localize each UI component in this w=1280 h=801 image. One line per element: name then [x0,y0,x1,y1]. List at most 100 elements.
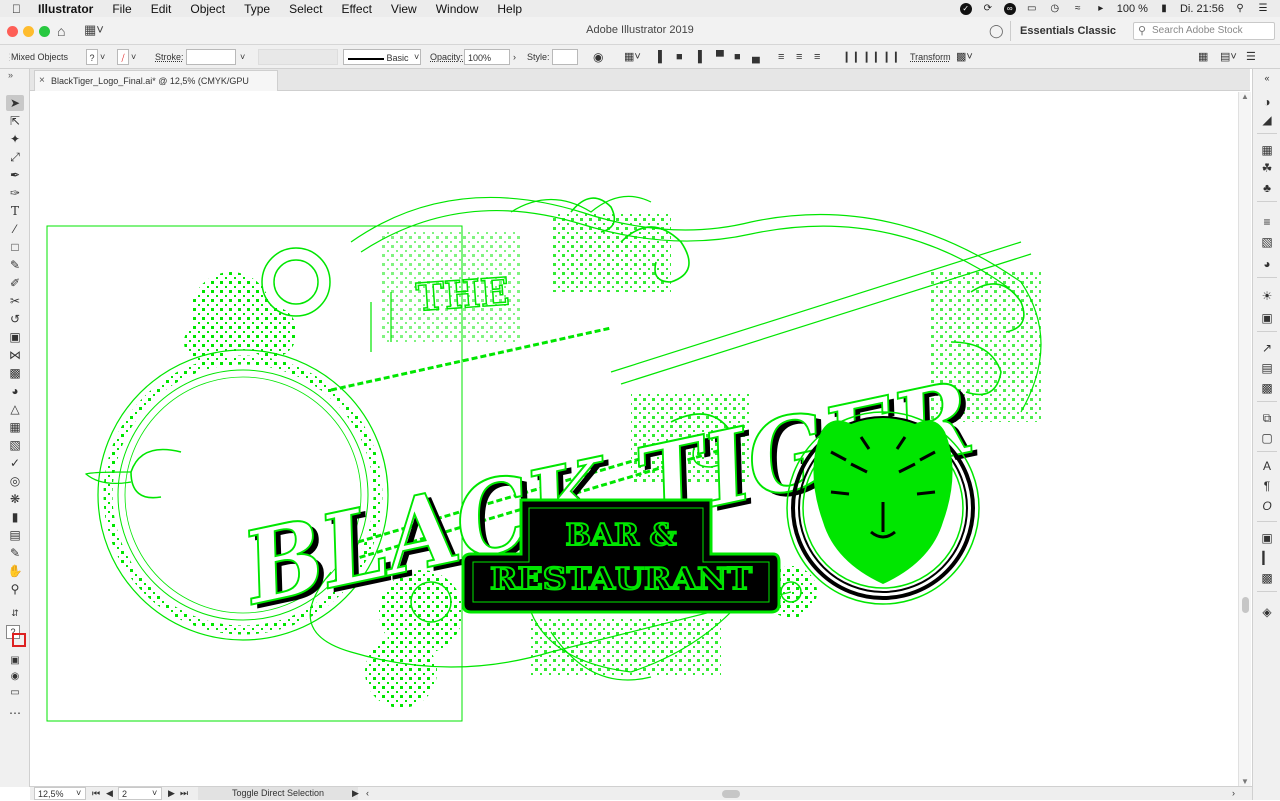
align-top-icon[interactable]: ▀ [716,49,724,65]
zoom-tool-icon[interactable]: ⚲ [6,581,24,597]
stroke-weight-dropdown-icon[interactable]: ˅ [240,49,245,65]
layers-panel-icon[interactable]: ◈ [1259,605,1275,620]
zoom-dropdown-icon[interactable]: ˅ [76,787,81,800]
hand-tool-icon[interactable]: ✋ [6,563,24,579]
lasso-tool-icon[interactable]: ⤢ [6,149,24,165]
isolate-icon[interactable]: ▩˅ [956,49,973,65]
export-panel-icon[interactable]: ↗ [1259,341,1275,356]
stroke-label[interactable]: Stroke: [155,49,184,65]
creative-cloud-icon[interactable]: ∞ [1003,2,1016,15]
wifi-icon[interactable]: ≈ [1071,3,1085,15]
screen-mode-icon[interactable]: ▭ [6,685,24,701]
stroke-dropdown-icon[interactable]: ˅ [131,49,136,65]
scroll-down-icon[interactable]: ▼ [1241,777,1249,786]
stroke-weight-field[interactable] [186,49,236,65]
distribute-right-icon[interactable]: ❙❙ [882,49,900,65]
battery-icon[interactable]: ▮ [1157,3,1171,15]
direct-selection-tool-icon[interactable]: ⇱ [6,113,24,129]
next-artboard-icon[interactable]: ▶ [168,787,175,800]
window-close-button[interactable] [7,26,18,37]
align-right-icon[interactable]: ▐ [694,49,702,65]
home-icon[interactable]: ⌂ [57,23,65,39]
document-info-icon[interactable]: ▩ [1259,381,1275,396]
gradient-panel-icon[interactable]: ▧ [1259,235,1275,250]
last-artboard-icon[interactable]: ⏭ [180,787,188,800]
menu-effect[interactable]: Effect [341,2,371,16]
arrange-icon[interactable]: ▦ [1198,49,1208,65]
volume-icon[interactable]: ▸ [1094,3,1108,15]
color-panel-icon[interactable]: ◑ [1259,95,1275,110]
adobe-stock-search-input[interactable]: ⚲ Search Adobe Stock [1133,22,1275,40]
curvature-tool-icon[interactable]: ✑ [6,185,24,201]
notification-center-icon[interactable]: ☰ [1256,3,1270,15]
distribute-hcenter-icon[interactable]: ❙❙ [862,49,880,65]
slice-tool-icon[interactable]: ✎ [6,545,24,561]
logo-artwork[interactable]: THE BLACK TIGER BLACK TIGER BAR & RESTAU… [31,92,1238,786]
brushes-panel-icon[interactable]: ☘ [1259,161,1275,176]
distribute-top-icon[interactable]: ≡ [778,49,784,65]
align-bottom-icon[interactable]: ▄ [752,49,760,65]
opacity-field[interactable]: 100% [464,49,510,65]
eyedropper-tool-icon[interactable]: ✓ [6,455,24,471]
graphic-style-swatch[interactable] [552,49,578,65]
menu-object[interactable]: Object [190,2,225,16]
scroll-right-icon[interactable]: › [1232,787,1235,800]
mesh-tool-icon[interactable]: ▦ [6,419,24,435]
align-hcenter-icon[interactable]: ■ [676,49,683,65]
color-guide-icon[interactable]: ◢ [1259,113,1275,128]
menu-file[interactable]: File [112,2,131,16]
variable-width-profile[interactable] [258,49,338,65]
symbols-panel-icon[interactable]: ♣ [1259,181,1275,196]
align-vcenter-icon[interactable]: ■ [734,49,741,65]
window-maximize-button[interactable] [39,26,50,37]
3d-panel-icon[interactable]: ⧉ [1259,411,1275,426]
rectangle-tool-icon[interactable]: □ [6,239,24,255]
collapse-panel-icon[interactable]: » [8,70,13,80]
arrange-documents-icon[interactable]: ▦˅ [84,22,104,38]
distribute-bottom-icon[interactable]: ≡ [814,49,820,65]
pen-tool-icon[interactable]: ✒ [6,167,24,183]
scissors-tool-icon[interactable]: ✂ [6,293,24,309]
time-machine-icon[interactable]: ◷ [1048,3,1062,15]
pathfinder-panel-icon[interactable]: ▩ [1259,571,1275,586]
paintbrush-tool-icon[interactable]: ✎ [6,257,24,273]
gradient-tool-icon[interactable]: ▧ [6,437,24,453]
artboard-tool-icon[interactable]: ▤ [6,527,24,543]
image-trace-icon[interactable]: ▢ [1259,431,1275,446]
brush-definition[interactable]: Basic [343,49,421,65]
paragraph-panel-icon[interactable]: ¶ [1259,479,1275,494]
shaper-tool-icon[interactable]: ✐ [6,275,24,291]
opacity-chevron-icon[interactable]: › [513,49,516,65]
distribute-vcenter-icon[interactable]: ≡ [796,49,802,65]
symbol-sprayer-tool-icon[interactable]: ❋ [6,491,24,507]
opacity-label[interactable]: Opacity: [430,49,463,65]
align-panel-icon[interactable]: ▎ [1259,551,1275,566]
selection-tool-icon[interactable]: ➤ [6,95,24,111]
expand-panels-icon[interactable]: « [1259,71,1275,86]
magic-wand-tool-icon[interactable]: ✦ [6,131,24,147]
apple-icon[interactable]:  [12,2,28,16]
align-to-icon[interactable]: ▦˅ [624,49,641,65]
artboard-dropdown-icon[interactable]: ˅ [152,787,157,800]
transparency-panel-icon[interactable]: ◕ [1259,257,1275,272]
control-menu-icon[interactable]: ☰ [1246,49,1256,65]
brush-dropdown-icon[interactable]: ˅ [414,49,419,65]
panel-options-icon[interactable]: ▤˅ [1220,49,1237,65]
stroke-panel-icon[interactable]: ≡ [1259,215,1275,230]
transform-panel-icon[interactable]: ▣ [1259,531,1275,546]
sync-icon[interactable]: ⟳ [981,3,995,15]
menu-view[interactable]: View [391,2,417,16]
airplay-icon[interactable]: ▭ [1025,3,1039,15]
clock[interactable]: Di. 21:56 [1180,3,1224,15]
appearance-panel-icon[interactable]: ☀ [1259,289,1275,304]
draw-mode-icon[interactable]: ◉ [6,669,24,685]
scale-tool-icon[interactable]: ▣ [6,329,24,345]
free-transform-tool-icon[interactable]: ▩ [6,365,24,381]
graphic-styles-panel-icon[interactable]: ▣ [1259,311,1275,326]
horizontal-scroll-thumb[interactable] [722,790,740,798]
color-mode-icon[interactable]: ▣ [6,653,24,669]
status-menu-icon[interactable]: ▶ [352,787,359,800]
menu-edit[interactable]: Edit [151,2,172,16]
fill-dropdown-icon[interactable]: ˅ [100,49,105,65]
checkmark-icon[interactable]: ✓ [959,2,972,15]
